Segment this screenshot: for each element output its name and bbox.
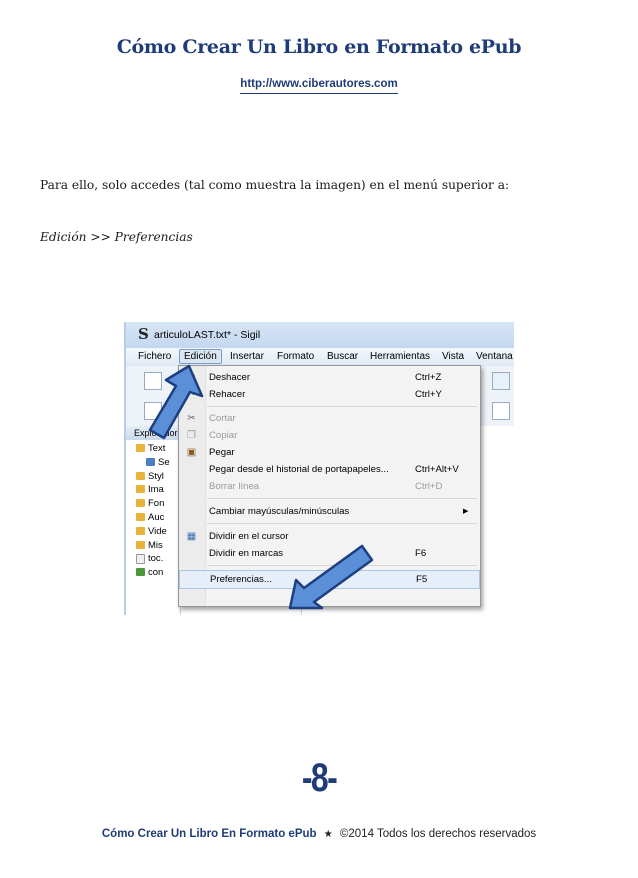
menu-item-deshacer[interactable]: ↶DeshacerCtrl+Z (179, 369, 480, 386)
book-browser-panel: Explorador Text Se Styl Ima Fon Auc Vide… (126, 426, 181, 615)
sigil-screenshot: S articuloLAST.txt* - Sigil Fichero Edic… (124, 322, 514, 615)
body-paragraph: Para ello, solo accedes (tal como muestr… (40, 178, 510, 192)
folder-icon (136, 485, 145, 494)
menu-item-pegar[interactable]: ▣ Pegar (179, 444, 480, 461)
page-number: -8- (301, 756, 338, 800)
menu-path-text: Edición >> Preferencias (40, 230, 193, 244)
folder-icon (136, 499, 145, 508)
tree-item[interactable]: Fon (132, 497, 170, 511)
tree-item[interactable]: Vide (132, 525, 170, 539)
document-title: Cómo Crear Un Libro en Formato ePub (116, 36, 522, 58)
menu-item-borrar-linea[interactable]: Borrar línea Ctrl+D (179, 478, 480, 495)
folder-icon (136, 526, 145, 535)
file-tree: Text Se Styl Ima Fon Auc Vide Mis toc. c… (132, 442, 170, 580)
menu-item-pegar-historial[interactable]: Pegar desde el historial de portapapeles… (179, 461, 480, 478)
menu-ventana[interactable]: Ventana (476, 351, 513, 362)
website-url[interactable]: http://www.ciberautores.com (240, 78, 398, 94)
tree-item[interactable]: con (132, 566, 170, 580)
tree-item[interactable]: Text (132, 442, 170, 456)
menu-insertar[interactable]: Insertar (230, 351, 264, 362)
window-titlebar: S articuloLAST.txt* - Sigil (126, 322, 514, 348)
folder-icon (136, 444, 145, 452)
folder-icon (136, 540, 145, 549)
menu-herramientas[interactable]: Herramientas (370, 351, 430, 362)
menu-fichero[interactable]: Fichero (138, 351, 171, 362)
menu-vista[interactable]: Vista (442, 351, 464, 362)
menu-item-rehacer[interactable]: ↷ Rehacer Ctrl+Y (179, 386, 480, 403)
tree-item[interactable]: Mis (132, 539, 170, 553)
tree-item[interactable]: Styl (132, 470, 170, 484)
menu-item-cambiar-mayusculas[interactable]: Cambiar mayúsculas/minúsculas ▶ (179, 503, 480, 520)
menu-item-copiar[interactable]: ❐ Copiar (179, 427, 480, 444)
submenu-arrow-icon: ▶ (463, 508, 469, 515)
page-footer: Cómo Crear Un Libro En Formato ePub ★ ©2… (0, 828, 638, 840)
tree-item[interactable]: Se (132, 456, 170, 470)
document-icon (146, 457, 155, 466)
paste-icon: ▣ (186, 447, 197, 458)
split-cursor-icon: ▦ (186, 531, 197, 542)
folder-icon (136, 471, 145, 480)
menu-separator (207, 406, 477, 407)
tree-item[interactable]: toc. (132, 552, 170, 566)
file-icon (136, 554, 145, 565)
menu-separator (207, 523, 477, 524)
website-link[interactable]: http://www.ciberautores.com (0, 72, 638, 94)
menu-buscar[interactable]: Buscar (327, 351, 358, 362)
content-file-icon (136, 568, 145, 577)
split-icon[interactable] (492, 372, 510, 390)
pointer-arrow-icon (288, 544, 374, 610)
menu-item-cortar[interactable]: ✂ Cortar (179, 410, 480, 427)
menu-separator (207, 498, 477, 499)
footer-copyright: ©2014 Todos los derechos reservados (339, 828, 537, 840)
footer-title: Cómo Crear Un Libro En Formato ePub (101, 828, 317, 840)
tree-item[interactable]: Ima (132, 483, 170, 497)
tree-item[interactable]: Auc (132, 511, 170, 525)
pointer-arrow-icon (148, 364, 204, 440)
code-view-icon[interactable] (492, 402, 510, 420)
star-icon: ★ (323, 829, 333, 840)
window-title: articuloLAST.txt* - Sigil (154, 329, 261, 341)
sigil-app-icon: S (138, 325, 149, 343)
menu-formato[interactable]: Formato (277, 351, 314, 362)
folder-icon (136, 512, 145, 521)
